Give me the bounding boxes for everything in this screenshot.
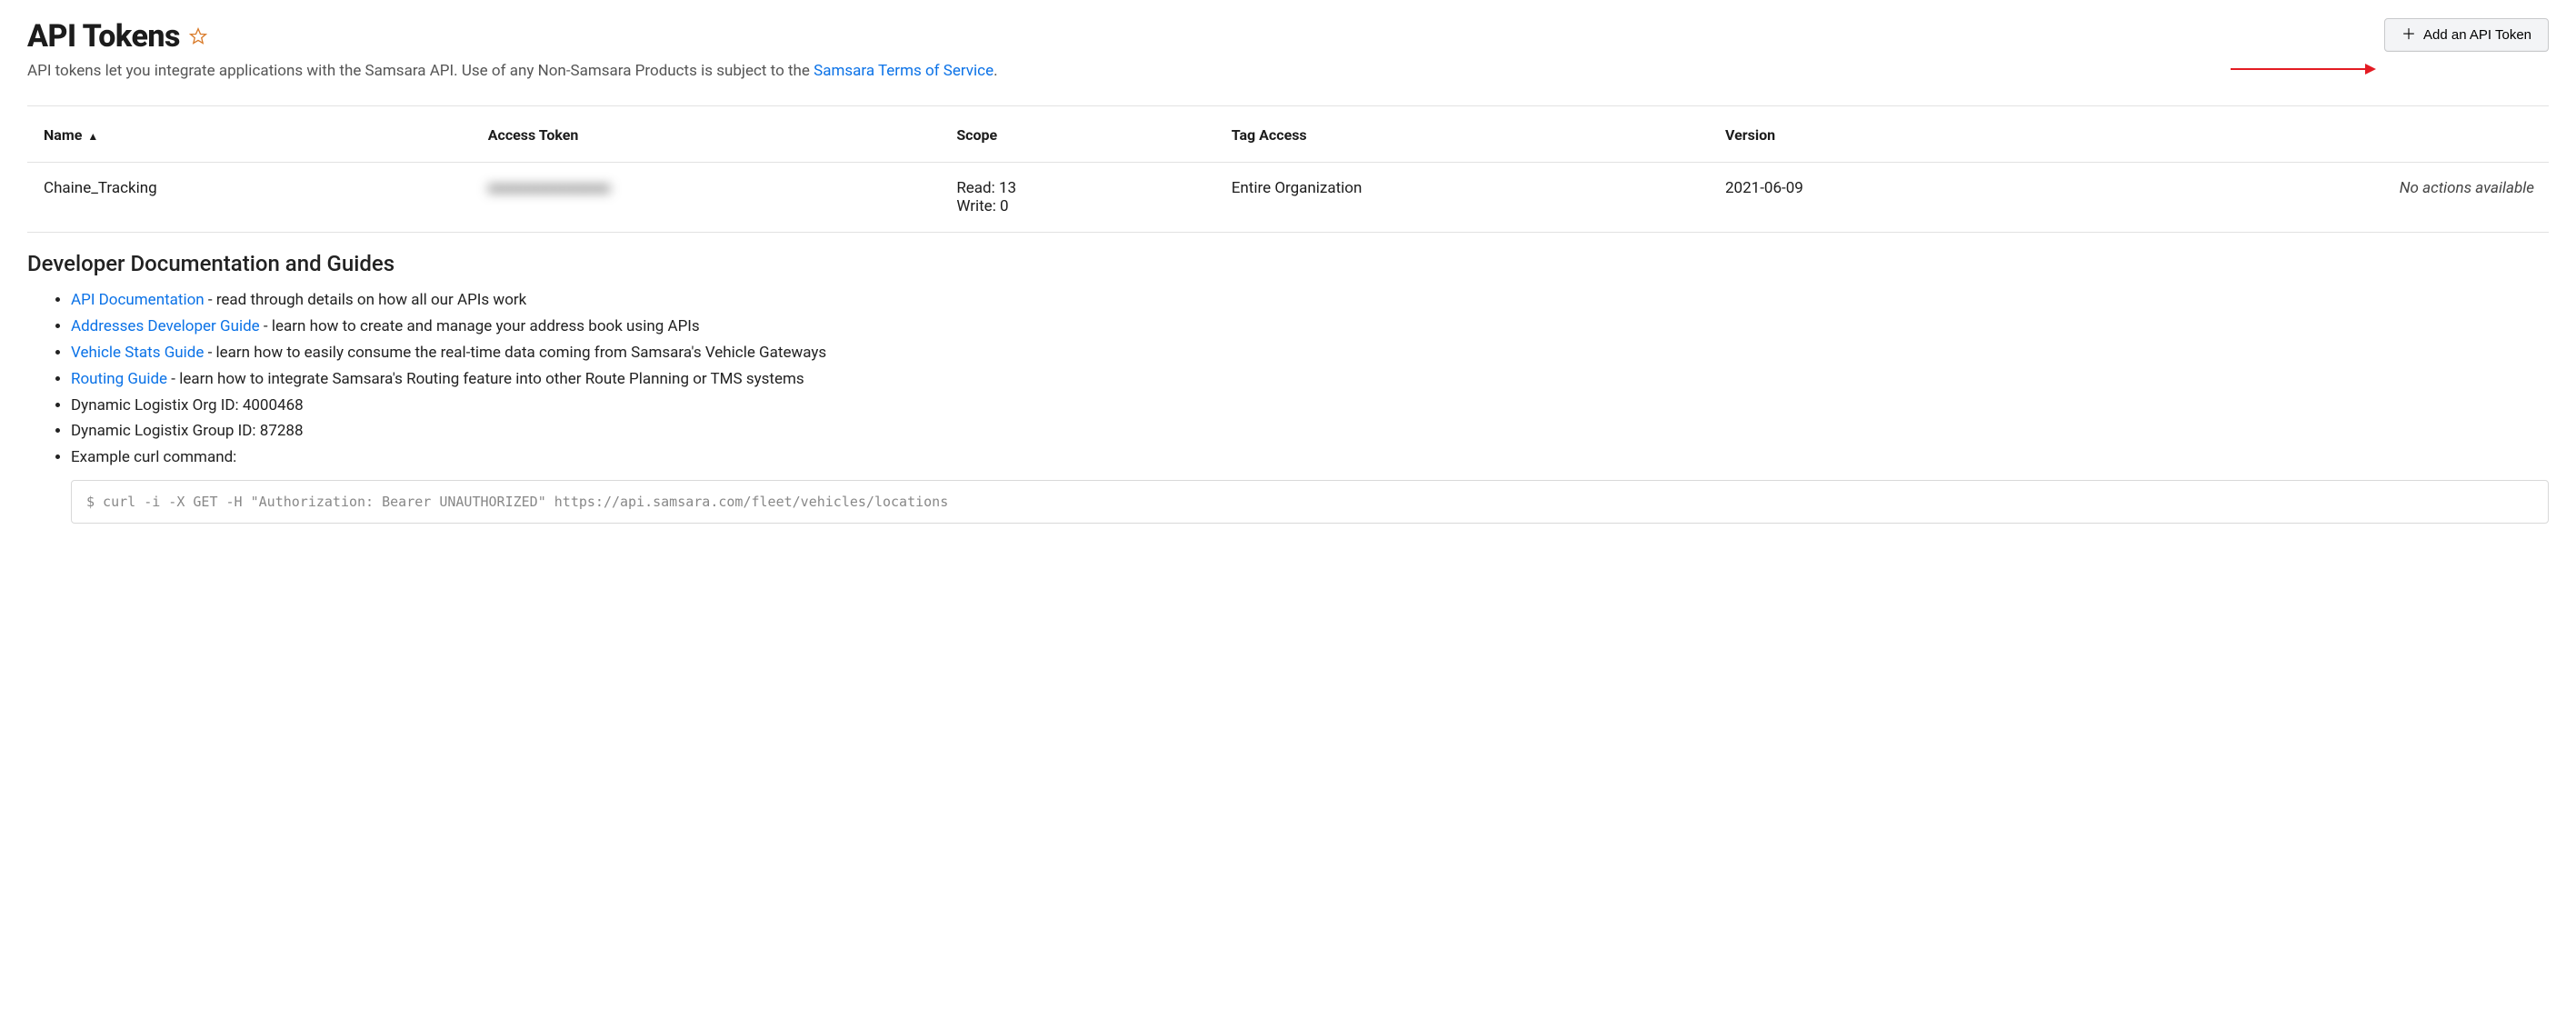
- scope-write: Write: 0: [956, 197, 1202, 215]
- plus-icon: ＋: [2401, 28, 2416, 43]
- table-row: Chaine_Tracking oooooooooooooo Read: 13 …: [27, 163, 2549, 233]
- subtitle-suffix: .: [993, 62, 997, 80]
- list-item: Dynamic Logistix Group ID: 87288: [71, 418, 2549, 445]
- cell-tag-access: Entire Organization: [1217, 163, 1711, 233]
- table-header: Name ▲ Access Token Scope Tag Access Ver…: [27, 106, 2549, 163]
- col-actions: [2042, 106, 2549, 163]
- list-item: Example curl command:: [71, 445, 2549, 471]
- curl-code-box[interactable]: $ curl -i -X GET -H "Authorization: Bear…: [71, 480, 2549, 524]
- col-scope[interactable]: Scope: [942, 106, 1216, 163]
- vehicle-stats-guide-link[interactable]: Vehicle Stats Guide: [71, 344, 204, 362]
- list-item: Addresses Developer Guide - learn how to…: [71, 314, 2549, 340]
- example-curl-label: Example curl command:: [71, 448, 236, 466]
- add-button-label: Add an API Token: [2423, 27, 2531, 43]
- tokens-table: Name ▲ Access Token Scope Tag Access Ver…: [27, 106, 2549, 233]
- docs-title: Developer Documentation and Guides: [27, 251, 2549, 276]
- col-name[interactable]: Name ▲: [27, 106, 474, 163]
- docs-list: API Documentation - read through details…: [27, 287, 2549, 471]
- favorite-star-icon[interactable]: [189, 27, 207, 45]
- header-row: API Tokens ＋ Add an API Token: [27, 18, 2549, 55]
- terms-of-service-link[interactable]: Samsara Terms of Service: [814, 62, 993, 80]
- col-tag-access[interactable]: Tag Access: [1217, 106, 1711, 163]
- masked-token: oooooooooooooo: [488, 179, 611, 197]
- page-title: API Tokens: [27, 18, 180, 55]
- cell-version: 2021-06-09: [1711, 163, 2042, 233]
- list-item: Vehicle Stats Guide - learn how to easil…: [71, 340, 2549, 366]
- api-documentation-link[interactable]: API Documentation: [71, 291, 205, 309]
- list-item: Dynamic Logistix Org ID: 4000468: [71, 393, 2549, 419]
- annotation-arrow: [2231, 68, 2367, 70]
- list-item: API Documentation - read through details…: [71, 287, 2549, 314]
- col-access-token[interactable]: Access Token: [474, 106, 943, 163]
- cell-access-token: oooooooooooooo: [474, 163, 943, 233]
- subtitle: API tokens let you integrate application…: [27, 62, 2549, 80]
- subtitle-prefix: API tokens let you integrate application…: [27, 62, 814, 80]
- col-version[interactable]: Version: [1711, 106, 2042, 163]
- addresses-guide-link[interactable]: Addresses Developer Guide: [71, 317, 260, 335]
- list-item: Routing Guide - learn how to integrate S…: [71, 366, 2549, 393]
- add-api-token-button[interactable]: ＋ Add an API Token: [2384, 18, 2549, 52]
- routing-guide-link[interactable]: Routing Guide: [71, 370, 167, 388]
- scope-read: Read: 13: [956, 179, 1202, 197]
- sort-asc-icon: ▲: [87, 130, 98, 143]
- header-area: API Tokens ＋ Add an API Token API tokens…: [27, 18, 2549, 80]
- cell-actions: No actions available: [2042, 163, 2549, 233]
- docs-section: Developer Documentation and Guides API D…: [27, 251, 2549, 524]
- cell-scope: Read: 13 Write: 0: [942, 163, 1216, 233]
- cell-name: Chaine_Tracking: [27, 163, 474, 233]
- org-id-text: Dynamic Logistix Org ID: 4000468: [71, 396, 304, 415]
- group-id-text: Dynamic Logistix Group ID: 87288: [71, 422, 304, 440]
- title-wrap: API Tokens: [27, 18, 207, 55]
